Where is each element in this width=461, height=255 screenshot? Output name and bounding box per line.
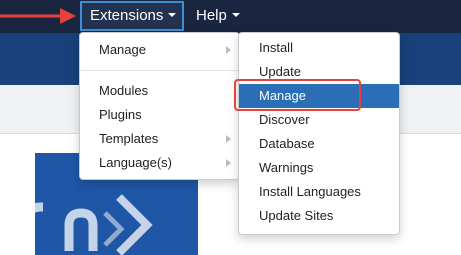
menu-item-label: Modules: [99, 83, 149, 98]
nav-help-menu[interactable]: Help: [188, 1, 248, 31]
menu-item-manage[interactable]: Manage: [80, 38, 239, 62]
menu-item-label: Language(s): [99, 155, 172, 170]
menu-item-modules[interactable]: Modules: [80, 79, 239, 103]
submenu-item-warnings[interactable]: Warnings: [239, 156, 399, 180]
submenu-item-manage[interactable]: Manage: [239, 84, 399, 108]
manage-submenu: Install Update Manage Discover Database …: [238, 32, 400, 235]
caret-down-icon: [168, 13, 177, 18]
submenu-item-label: Database: [259, 136, 315, 151]
nav-help-label: Help: [196, 7, 227, 24]
red-arrow-icon: [0, 8, 76, 24]
nav-extensions-menu[interactable]: Extensions: [80, 1, 184, 31]
extensions-dropdown: Manage Modules Plugins Templates Languag…: [79, 32, 240, 180]
chevron-right-icon: [226, 135, 231, 143]
submenu-item-label: Update Sites: [259, 208, 334, 223]
chevron-right-icon: [226, 46, 231, 54]
menu-item-plugins[interactable]: Plugins: [80, 103, 239, 127]
submenu-item-database[interactable]: Database: [239, 132, 399, 156]
submenu-item-update-sites[interactable]: Update Sites: [239, 204, 399, 228]
nav-extensions-label: Extensions: [90, 7, 164, 24]
submenu-item-update[interactable]: Update: [239, 60, 399, 84]
submenu-item-label: Discover: [259, 112, 310, 127]
submenu-item-install[interactable]: Install: [239, 36, 399, 60]
menu-divider: [80, 70, 239, 71]
submenu-item-label: Install Languages: [259, 184, 361, 199]
caret-down-icon: [231, 13, 240, 18]
menu-item-label: Manage: [99, 42, 146, 57]
menu-item-label: Plugins: [99, 107, 142, 122]
submenu-item-label: Manage: [259, 88, 306, 103]
submenu-item-label: Update: [259, 64, 301, 79]
submenu-item-label: Install: [259, 40, 293, 55]
menu-item-templates[interactable]: Templates: [80, 127, 239, 151]
submenu-item-label: Warnings: [259, 160, 314, 175]
menu-item-languages[interactable]: Language(s): [80, 151, 239, 175]
submenu-item-install-languages[interactable]: Install Languages: [239, 180, 399, 204]
menu-item-label: Templates: [99, 131, 159, 146]
chevron-right-icon: [226, 159, 231, 167]
submenu-item-discover[interactable]: Discover: [239, 108, 399, 132]
